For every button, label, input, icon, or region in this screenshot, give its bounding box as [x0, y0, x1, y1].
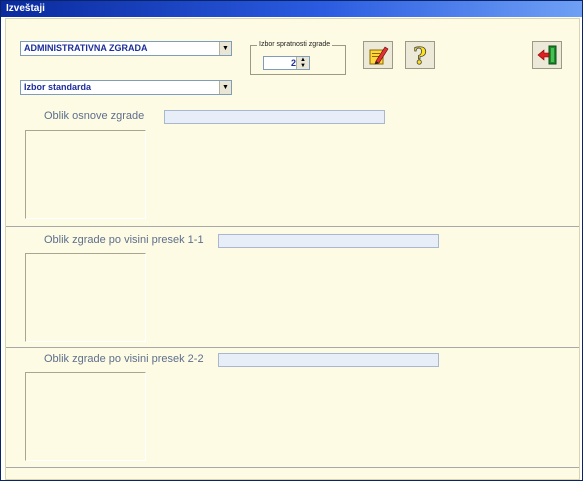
floor-plan-shape-field[interactable]: [164, 110, 385, 124]
section-2-2-field[interactable]: [218, 353, 439, 367]
title-bar: Izveštaji: [1, 1, 582, 17]
exit-door-icon: [537, 45, 557, 65]
pencil-document-icon: [369, 46, 389, 65]
building-type-value: ADMINISTRATIVNA ZGRADA: [24, 43, 148, 53]
section-1-1-image: [25, 253, 146, 342]
floors-spinner[interactable]: 2 ▲ ▼: [263, 56, 310, 70]
section-2-2-label: Oblik zgrade po visini presek 2-2: [44, 353, 204, 365]
floors-group: Izbor spratnosti zgrade 2 ▲ ▼: [250, 40, 346, 75]
exit-button[interactable]: [532, 41, 562, 69]
chevron-down-icon[interactable]: ▼: [219, 81, 231, 94]
help-button[interactable]: ?: [405, 41, 435, 69]
floor-plan-shape-label: Oblik osnove zgrade: [44, 110, 145, 122]
standard-value: Izbor standarda: [24, 82, 92, 92]
chevron-down-icon[interactable]: ▼: [219, 42, 231, 55]
edit-report-button[interactable]: [363, 41, 393, 69]
section-1-1-field[interactable]: [218, 234, 439, 248]
report-form: ADMINISTRATIVNA ZGRADA ▼ Izbor standarda…: [5, 18, 580, 480]
standard-select[interactable]: Izbor standarda ▼: [20, 80, 232, 95]
building-type-select[interactable]: ADMINISTRATIVNA ZGRADA ▼: [20, 41, 232, 56]
section-2-2-image: [25, 372, 146, 461]
window-title: Izveštaji: [6, 3, 45, 14]
section-divider: [6, 347, 579, 348]
svg-text:?: ?: [413, 43, 426, 67]
floors-group-label: Izbor spratnosti zgrade: [257, 40, 333, 50]
help-question-icon: ?: [413, 43, 427, 67]
floor-plan-image: [25, 130, 146, 219]
section-divider: [6, 226, 579, 227]
report-window: Izveštaji ADMINISTRATIVNA ZGRADA ▼ Izbor…: [0, 0, 583, 481]
section-divider: [6, 467, 579, 468]
section-1-1-label: Oblik zgrade po visini presek 1-1: [44, 234, 204, 246]
spinner-arrows-icon[interactable]: ▲ ▼: [296, 57, 309, 69]
